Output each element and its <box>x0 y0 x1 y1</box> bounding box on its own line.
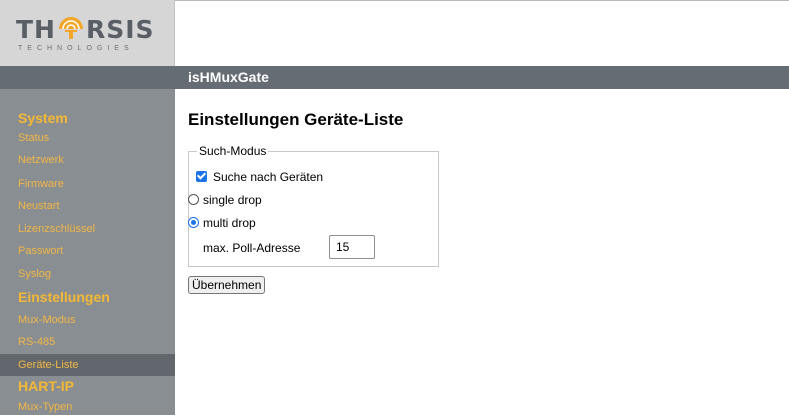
sidebar-section-hart-ip[interactable]: HART-IP <box>18 377 74 395</box>
logo-text-right: RSIS <box>85 15 155 44</box>
single-drop-row[interactable]: single drop <box>188 192 262 208</box>
sidebar-item-status[interactable]: Status <box>0 127 175 149</box>
logo-text-left: TH <box>16 15 56 44</box>
multi-drop-label: multi drop <box>203 216 256 230</box>
multi-drop-radio[interactable] <box>188 217 199 228</box>
sidebar-section-system[interactable]: System <box>18 109 68 127</box>
sidebar: System Status Netzwerk Firmware Neustart… <box>0 89 175 415</box>
search-devices-checkbox[interactable] <box>196 171 207 182</box>
page-title: Einstellungen Geräte-Liste <box>188 110 404 129</box>
single-drop-radio[interactable] <box>188 194 199 205</box>
poll-address-input[interactable] <box>329 235 375 259</box>
logo-area: TH RSIS TECHNOLOGIES <box>0 0 175 66</box>
logo: TH RSIS <box>16 16 155 44</box>
sidebar-item-lizenzschluessel[interactable]: Lizenzschlüssel <box>0 218 175 240</box>
sidebar-item-neustart[interactable]: Neustart <box>0 195 175 217</box>
search-devices-row[interactable]: Suche nach Geräten <box>196 169 323 185</box>
sidebar-item-netzwerk[interactable]: Netzwerk <box>0 149 175 171</box>
logo-emblem-icon <box>57 17 85 41</box>
app-title: isHMuxGate <box>188 69 269 85</box>
apply-button[interactable]: Übernehmen <box>188 276 266 294</box>
logo-subtitle: TECHNOLOGIES <box>18 45 134 52</box>
sidebar-item-syslog[interactable]: Syslog <box>0 263 175 285</box>
search-mode-legend: Such-Modus <box>197 144 269 158</box>
sidebar-item-mux-modus[interactable]: Mux-Modus <box>0 309 175 331</box>
single-drop-label: single drop <box>203 193 262 207</box>
poll-address-label: max. Poll-Adresse <box>203 241 301 255</box>
search-devices-label: Suche nach Geräten <box>213 170 324 184</box>
header-bar: isHMuxGate <box>0 66 789 89</box>
sidebar-item-rs-485[interactable]: RS-485 <box>0 331 175 353</box>
sidebar-item-geraete-liste[interactable]: Geräte-Liste <box>0 354 175 376</box>
sidebar-item-firmware[interactable]: Firmware <box>0 173 175 195</box>
multi-drop-row[interactable]: multi drop <box>188 215 256 231</box>
sidebar-item-passwort[interactable]: Passwort <box>0 240 175 262</box>
sidebar-section-einstellungen[interactable]: Einstellungen <box>18 288 110 306</box>
